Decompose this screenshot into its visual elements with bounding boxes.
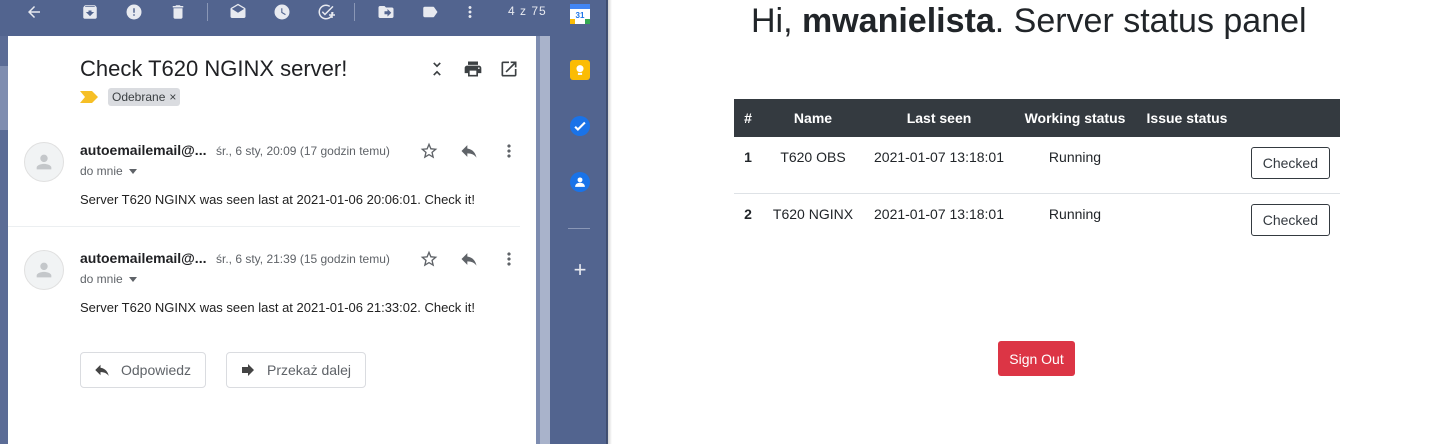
report-spam-icon[interactable]	[124, 2, 144, 22]
reply-button[interactable]: Odpowiedz	[80, 352, 207, 388]
email-subject: Check T620 NGINX server!	[80, 56, 348, 81]
print-icon[interactable]	[462, 58, 484, 80]
tasks-icon[interactable]	[570, 116, 590, 136]
server-status-page: Hi, mwanielista. Server status panel # N…	[612, 0, 1452, 444]
forward-icon	[242, 364, 254, 376]
column-header-name: Name	[762, 99, 864, 137]
working-status: Running	[1014, 192, 1136, 249]
reply-icon	[95, 364, 109, 376]
sender-name[interactable]: autoemailemail@...	[80, 142, 206, 158]
important-marker-icon[interactable]	[80, 91, 98, 103]
star-icon[interactable]	[418, 248, 440, 270]
message-date: śr., 6 sty, 20:09 (17 godzin temu)	[216, 144, 390, 158]
inbox-label-chip: Odebrane ×	[108, 88, 181, 106]
open-new-window-icon[interactable]	[498, 58, 520, 80]
label-row: Odebrane ×	[80, 88, 181, 106]
move-to-icon[interactable]	[376, 2, 396, 22]
gmail-pane: 4 z 75 Check T620 NGINX server! Odebrane…	[0, 0, 612, 444]
message-body: Server T620 NGINX was seen last at 2021-…	[80, 192, 476, 207]
more-icon[interactable]	[460, 2, 480, 22]
username: mwanielista	[802, 2, 995, 40]
chevron-down-icon	[128, 276, 137, 282]
checked-button[interactable]: Checked	[1250, 203, 1330, 236]
toolbar-divider	[207, 3, 208, 21]
reply-icon[interactable]	[458, 248, 480, 270]
email-thread: Check T620 NGINX server! Odebrane × auto…	[8, 36, 536, 444]
message-divider	[8, 226, 520, 227]
screen: 4 z 75 Check T620 NGINX server! Odebrane…	[0, 0, 1452, 444]
collapse-all-icon[interactable]	[426, 58, 448, 80]
archive-icon[interactable]	[80, 2, 100, 22]
left-nav-strip-highlight	[0, 66, 8, 130]
message-body: Server T620 NGINX was seen last at 2021-…	[80, 300, 476, 315]
page-title: Hi, mwanielista. Server status panel	[751, 2, 1307, 41]
label-icon[interactable]	[420, 2, 440, 22]
greeting-suffix: . Server status panel	[994, 2, 1307, 40]
column-header-issue-status: Issue status	[1136, 99, 1238, 137]
message-position-counter: 4 z 75	[508, 4, 547, 18]
forward-button-label: Przekaż dalej	[267, 362, 352, 378]
last-seen: 2021-01-07 13:18:01	[874, 149, 1004, 165]
row-number: 2	[734, 192, 762, 249]
side-panel-divider	[568, 228, 590, 229]
toolbar-divider	[354, 3, 355, 21]
row-number: 1	[744, 149, 752, 165]
mark-unread-icon[interactable]	[228, 2, 248, 22]
forward-button[interactable]: Przekaż dalej	[226, 352, 367, 388]
column-header-working-status: Working status	[1014, 99, 1136, 137]
calendar-day-text: 31	[576, 11, 585, 20]
reply-button-label: Odpowiedz	[121, 362, 192, 378]
sign-out-button[interactable]: Sign Out	[998, 341, 1075, 376]
delete-icon[interactable]	[168, 2, 188, 22]
recipients-label: do mnie	[80, 272, 123, 286]
server-name: T620 NGINX	[762, 192, 864, 249]
working-status: Running	[1048, 149, 1102, 165]
recipients-label: do mnie	[80, 164, 123, 178]
message-date: śr., 6 sty, 21:39 (15 godzin temu)	[216, 252, 390, 266]
issue-status	[1136, 137, 1238, 193]
keep-icon[interactable]	[570, 60, 590, 80]
more-options-icon[interactable]	[498, 140, 520, 162]
server-status-table: # Name Last seen Working status Issue st…	[734, 99, 1340, 249]
remove-label-icon[interactable]: ×	[169, 90, 176, 104]
table-row: 1 T620 OBS 2021-01-07 13:18:01 Running C…	[734, 137, 1340, 193]
scrollbar-thumb[interactable]	[540, 36, 550, 444]
reply-icon[interactable]	[458, 140, 480, 162]
table-header-row: # Name Last seen Working status Issue st…	[734, 99, 1340, 137]
calendar-icon[interactable]: 31	[570, 4, 590, 24]
server-name: T620 OBS	[780, 149, 846, 165]
person-icon	[36, 154, 52, 170]
back-arrow-icon[interactable]	[24, 2, 44, 22]
person-icon	[36, 262, 52, 278]
column-header-last-seen: Last seen	[864, 99, 1014, 137]
inbox-label-text: Odebrane	[112, 90, 166, 104]
add-task-icon[interactable]	[316, 2, 336, 22]
get-addons-icon[interactable]: +	[570, 259, 590, 281]
avatar	[24, 142, 64, 182]
recipients-toggle[interactable]: do mnie	[80, 164, 137, 178]
column-header-actions	[1238, 99, 1340, 137]
avatar	[24, 250, 64, 290]
sender-name[interactable]: autoemailemail@...	[80, 250, 206, 266]
gmail-toolbar: 4 z 75	[0, 0, 550, 24]
more-options-icon[interactable]	[498, 248, 520, 270]
recipients-toggle[interactable]: do mnie	[80, 272, 137, 286]
greeting-prefix: Hi,	[751, 2, 802, 40]
last-seen: 2021-01-07 13:18:01	[864, 192, 1014, 249]
table-row: 2 T620 NGINX 2021-01-07 13:18:01 Running…	[734, 192, 1340, 249]
contacts-icon[interactable]	[570, 172, 590, 192]
row-action-cell: Checked	[1238, 192, 1340, 249]
star-icon[interactable]	[418, 140, 440, 162]
side-panel: 31 +	[550, 0, 608, 444]
chevron-down-icon	[128, 168, 137, 174]
row-action-cell: Checked	[1238, 137, 1340, 193]
column-header-number: #	[734, 99, 762, 137]
checked-button[interactable]: Checked	[1250, 147, 1330, 179]
snooze-icon[interactable]	[272, 2, 292, 22]
issue-status	[1136, 192, 1238, 249]
